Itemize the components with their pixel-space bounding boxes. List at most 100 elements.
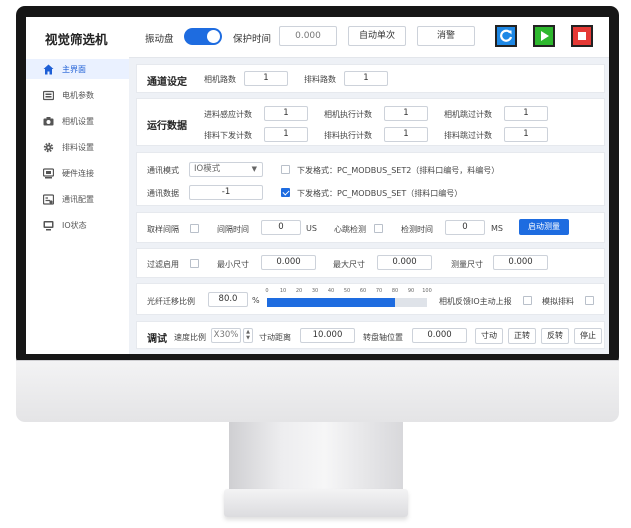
filter-enable-checkbox[interactable]: [190, 259, 199, 268]
discharge-count-label: 排料路数: [304, 75, 336, 84]
forward-button[interactable]: 正转: [508, 328, 536, 344]
camera-count-input[interactable]: 1: [244, 71, 288, 86]
protect-time-input[interactable]: 0.000: [279, 26, 337, 46]
fiber-tick-label: 80: [391, 288, 399, 294]
chevron-down-icon: ▼: [251, 165, 257, 173]
turntable-pos-value: 0.000: [412, 328, 467, 343]
comm-data-label: 通讯数据: [147, 189, 179, 198]
interval-checkbox[interactable]: [190, 224, 199, 233]
jog-button[interactable]: 寸动: [475, 328, 503, 344]
auto-single-button[interactable]: 自动单次: [348, 26, 406, 46]
dis-skip-count: 1: [504, 127, 548, 142]
sidebar-item-home[interactable]: 主界面: [26, 59, 129, 79]
camera-count-label: 相机路数: [204, 75, 236, 84]
fiber-progress-fill: [267, 298, 395, 307]
channel-title: 通道设定: [147, 77, 187, 88]
clear-alarm-button[interactable]: 消警: [417, 26, 475, 46]
sidebar-item-label: 主界面: [62, 64, 86, 74]
sidebar-item-label: 通讯配置: [62, 194, 94, 204]
home-icon: [42, 63, 54, 75]
format2-checkbox[interactable]: [281, 165, 290, 174]
jog-distance-label: 寸动距离: [259, 333, 291, 342]
filter-enable-label: 过滤启用: [147, 260, 179, 269]
runtime-panel: 运行数据 进料感应计数 1 相机执行计数 1 相机跳过计数 1 排料下发计数 1…: [136, 98, 605, 146]
debug-title: 调试: [147, 334, 167, 345]
fiber-ratio-input[interactable]: 80.0: [208, 292, 248, 307]
toggle-knob: [207, 30, 220, 43]
speed-input[interactable]: X30%: [211, 328, 241, 343]
simulate-label: 模拟排料: [542, 297, 574, 306]
fiber-progress-track[interactable]: [267, 298, 427, 307]
stop-motion-button[interactable]: 停止: [574, 328, 602, 344]
heartbeat-label: 心跳检测: [334, 225, 366, 234]
app-screen: 视觉筛选机 主界面 电机参数 相机设置 排料设置 硬件连接 通讯配置 IO状态 …: [26, 17, 609, 354]
heartbeat-checkbox[interactable]: [374, 224, 383, 233]
interval-unit: US: [306, 224, 317, 233]
sidebar-item-camera[interactable]: 相机设置: [26, 111, 129, 131]
fiber-tick-label: 20: [295, 288, 303, 294]
sidebar-item-label: IO状态: [62, 220, 87, 230]
dis-send-count: 1: [264, 127, 308, 142]
cam-exec-count: 1: [384, 106, 428, 121]
fiber-tick-label: 90: [407, 288, 415, 294]
fiber-tick-label: 40: [327, 288, 335, 294]
monitor-stand-base: [224, 489, 408, 517]
speed-stepper[interactable]: ▲ ▼: [243, 328, 253, 343]
fiber-tick-label: 30: [311, 288, 319, 294]
monitor-chin: [16, 360, 619, 422]
min-size-label: 最小尺寸: [217, 260, 249, 269]
dis-exec-label: 排料执行计数: [324, 131, 372, 140]
sidebar-item-label: 相机设置: [62, 116, 94, 126]
monitor-bezel: 视觉筛选机 主界面 电机参数 相机设置 排料设置 硬件连接 通讯配置 IO状态 …: [16, 6, 619, 366]
reverse-button[interactable]: 反转: [541, 328, 569, 344]
feed-sense-label: 进料感应计数: [204, 110, 252, 119]
discharge-count-input[interactable]: 1: [344, 71, 388, 86]
cam-feedback-checkbox[interactable]: [523, 296, 532, 305]
start-measure-button[interactable]: 启动测量: [519, 219, 569, 235]
runtime-title: 运行数据: [147, 121, 187, 132]
sidebar-item-motor[interactable]: 电机参数: [26, 85, 129, 105]
speed-label: 速度比例: [174, 333, 206, 342]
max-size-input[interactable]: 0.000: [377, 255, 432, 270]
sidebar-item-label: 电机参数: [62, 90, 94, 100]
protect-time-label: 保护时间: [233, 34, 272, 45]
comm-mode-select[interactable]: IO模式 ▼: [189, 162, 263, 177]
stop-button[interactable]: [571, 25, 593, 47]
cam-feedback-label: 相机反馈IO主动上报: [439, 297, 512, 306]
jog-distance-input[interactable]: 10.000: [300, 328, 355, 343]
fiber-ratio-label: 光纤迁移比例: [147, 297, 195, 306]
fiber-ratio-unit: %: [252, 296, 260, 305]
fiber-tick-label: 10: [279, 288, 287, 294]
format1-checkbox[interactable]: [281, 188, 290, 197]
interval-time-input[interactable]: 0: [261, 220, 301, 235]
top-toolbar: 振动盘 保护时间 0.000 自动单次 消警: [129, 17, 609, 58]
detect-time-label: 检测时间: [401, 225, 433, 234]
simulate-checkbox[interactable]: [585, 296, 594, 305]
dis-exec-count: 1: [384, 127, 428, 142]
fiber-tick-label: 100: [422, 288, 432, 294]
fiber-panel: 光纤迁移比例 80.0 % 0 10 20 30 40 50 60 70 80 90 100 相机反…: [136, 283, 605, 315]
min-size-input[interactable]: 0.000: [261, 255, 316, 270]
feed-sense-count: 1: [264, 106, 308, 121]
sidebar-item-discharge[interactable]: 排料设置: [26, 137, 129, 157]
sidebar-item-io[interactable]: IO状态: [26, 215, 129, 235]
interval-time-label: 间隔时间: [217, 225, 249, 234]
detect-time-input[interactable]: 0: [445, 220, 485, 235]
sidebar-item-comm[interactable]: 通讯配置: [26, 189, 129, 209]
stop-icon: [578, 32, 586, 40]
channel-panel: 通道设定 相机路数 1 排料路数 1: [136, 64, 605, 93]
dis-send-label: 排料下发计数: [204, 131, 252, 140]
camera-icon: [42, 115, 54, 127]
motor-icon: [42, 89, 54, 101]
sidebar-item-hardware[interactable]: 硬件连接: [26, 163, 129, 183]
vibration-toggle[interactable]: [184, 28, 222, 45]
interval-label: 取样间隔: [147, 225, 179, 234]
comm-data-input[interactable]: -1: [189, 185, 263, 200]
app-title: 视觉筛选机: [45, 32, 108, 47]
start-button[interactable]: [533, 25, 555, 47]
chevron-down-icon[interactable]: ▼: [244, 335, 252, 341]
refresh-button[interactable]: [495, 25, 517, 47]
io-icon: [42, 219, 54, 231]
turntable-pos-label: 转盘轴位置: [363, 333, 403, 342]
fiber-tick-label: 50: [343, 288, 351, 294]
